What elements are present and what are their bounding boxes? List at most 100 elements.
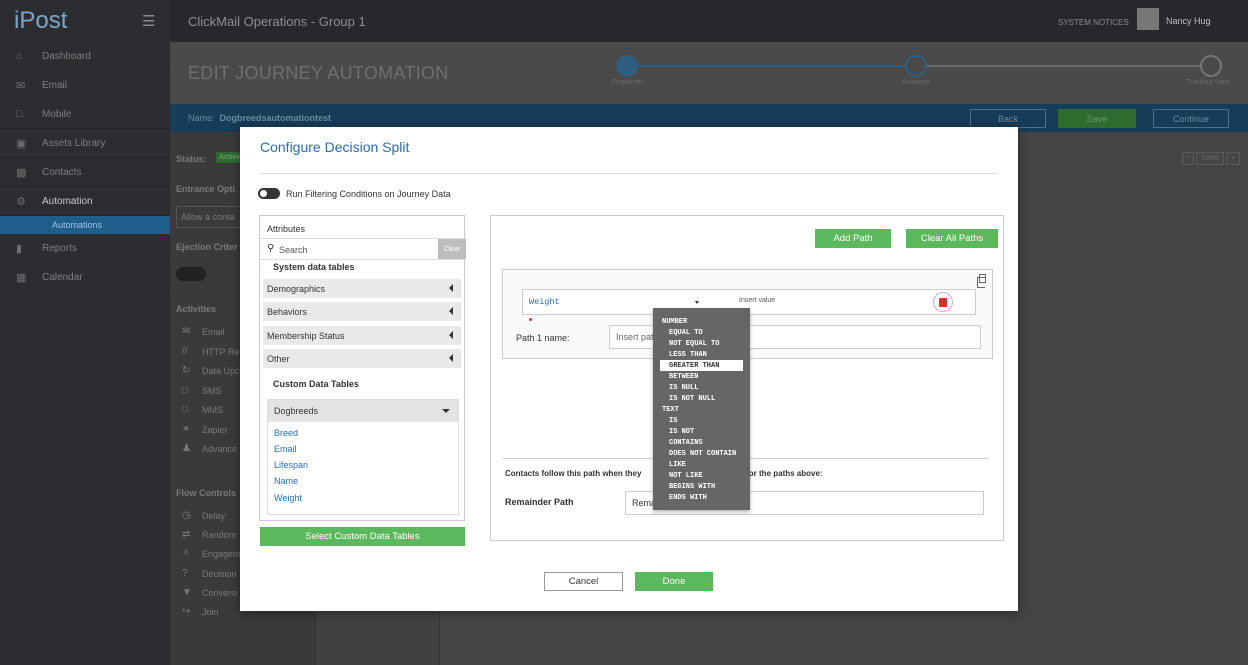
title-divider: [260, 173, 998, 174]
custom-table-selected: Dogbreeds: [274, 406, 319, 416]
delete-condition-button[interactable]: [933, 292, 953, 312]
field-weight[interactable]: Weight: [274, 493, 302, 503]
sidebar-subitem-automations[interactable]: Automations: [0, 216, 170, 234]
run-filtering-toggle[interactable]: [258, 188, 280, 199]
question-icon: ?: [182, 568, 188, 579]
clock-icon: ◷: [182, 510, 191, 521]
step-tracking-dot[interactable]: [1200, 55, 1222, 77]
accordion-other[interactable]: Other: [263, 349, 461, 368]
accordion-demographics[interactable]: Demographics: [263, 279, 461, 298]
sidebar-item-automation[interactable]: ⚙ Automation: [0, 187, 170, 216]
operator-option-not-like[interactable]: NOT LIKE: [653, 470, 750, 481]
error-indicator: [529, 318, 532, 321]
search-icon: ⚲: [267, 243, 275, 254]
zoom-controls: - 100% +: [1181, 152, 1240, 165]
operator-option-is-not[interactable]: IS NOT: [653, 426, 750, 437]
field-name[interactable]: Name: [274, 476, 298, 486]
zoom-out-button[interactable]: -: [1181, 152, 1194, 165]
sidebar-item-contacts[interactable]: ▩ Contacts: [0, 158, 170, 187]
accordion-label: Demographics: [267, 283, 326, 294]
sidebar-item-calendar[interactable]: ▦ Calendar: [0, 263, 170, 292]
sidebar-item-email[interactable]: ✉ Email: [0, 71, 170, 100]
activity-mms[interactable]: □ MMS: [182, 404, 223, 415]
ejection-toggle[interactable]: [176, 267, 206, 281]
step-properties-dot[interactable]: [616, 55, 638, 77]
flow-conversion[interactable]: ▼ Conversi: [182, 587, 238, 598]
flow-decision[interactable]: ? Decision: [182, 568, 237, 579]
system-notices-link[interactable]: SYSTEM NOTICES: [1058, 18, 1129, 27]
activity-sms[interactable]: □ SMS: [182, 385, 222, 396]
back-button[interactable]: Back: [970, 109, 1046, 128]
select-custom-data-tables-button[interactable]: Select Custom Data Tables: [260, 527, 465, 546]
add-path-button[interactable]: Add Path: [815, 229, 891, 248]
step-label-tracking: Tracking View: [1186, 79, 1230, 86]
field-breed[interactable]: Breed: [274, 428, 298, 438]
search-input[interactable]: [279, 242, 435, 257]
operator-option-ends-with[interactable]: ENDS WITH: [653, 492, 750, 503]
accordion-membership-status[interactable]: Membership Status: [263, 326, 461, 345]
activity-label: Email: [202, 326, 225, 337]
condition-value-input[interactable]: Insert value: [739, 297, 775, 304]
continue-button[interactable]: Continue: [1153, 109, 1229, 128]
flow-random[interactable]: ⇄ Random: [182, 529, 236, 540]
zoom-in-button[interactable]: +: [1225, 152, 1240, 165]
activity-data-update[interactable]: ↻ Data Upc: [182, 365, 240, 376]
sidebar-item-reports[interactable]: ▮ Reports: [0, 234, 170, 263]
gear-icon: ⚙: [16, 195, 26, 208]
avatar[interactable]: [1137, 8, 1159, 30]
mobile-icon: □: [16, 108, 23, 120]
operator-option-is[interactable]: IS: [653, 415, 750, 426]
flow-delay[interactable]: ◷ Delay: [182, 510, 225, 521]
operator-option-not-equal-to[interactable]: NOT EQUAL TO: [653, 338, 750, 349]
field-lifespan[interactable]: Lifespan: [274, 460, 308, 470]
operator-option-equal-to[interactable]: EQUAL TO: [653, 327, 750, 338]
done-button[interactable]: Done: [635, 572, 713, 591]
trash-icon: [939, 297, 947, 307]
operator-option-does-not-contain[interactable]: DOES NOT CONTAIN: [653, 448, 750, 459]
activity-advanced[interactable]: ♟ Advance: [182, 443, 237, 454]
flow-label: Engagem: [202, 548, 241, 559]
condition-field[interactable]: Weight: [529, 297, 560, 307]
hamburger-menu-icon[interactable]: ☰: [142, 12, 155, 30]
copy-icon[interactable]: [977, 274, 986, 288]
custom-table-list: Dogbreeds Breed Email Lifespan Name Weig…: [267, 399, 459, 515]
engagement-icon: ✧: [182, 548, 191, 559]
operator-option-like[interactable]: LIKE: [653, 459, 750, 470]
operator-option-begins-with[interactable]: BEGINS WITH: [653, 481, 750, 492]
sidebar-item-mobile[interactable]: □ Mobile: [0, 100, 170, 129]
activity-zapier[interactable]: ✴ Zapier: [182, 424, 228, 435]
operator-option-greater-than[interactable]: GREATER THAN: [660, 360, 743, 371]
ejection-criteria-title: Ejection Criter: [176, 242, 238, 252]
allow-contacts-select[interactable]: Allow a conta: [176, 206, 246, 228]
operator-option-is-null[interactable]: IS NULL: [653, 382, 750, 393]
cancel-button[interactable]: Cancel: [544, 572, 623, 591]
sidebar-item-dashboard[interactable]: ⌂ Dashboard: [0, 42, 170, 71]
operator-option-contains[interactable]: CONTAINS: [653, 437, 750, 448]
activity-http[interactable]: // HTTP Re: [182, 346, 239, 357]
save-button[interactable]: Save: [1058, 109, 1136, 128]
sidebar-item-label: Calendar: [42, 271, 83, 283]
clear-search-button[interactable]: Clear: [438, 239, 466, 259]
flow-engagement[interactable]: ✧ Engagem: [182, 548, 241, 559]
operator-caret-down-icon[interactable]: [695, 301, 699, 304]
field-email[interactable]: Email: [274, 444, 297, 454]
flow-join[interactable]: ↪ Join: [182, 606, 219, 617]
operator-option-between[interactable]: BETWEEN: [653, 371, 750, 382]
mms-icon: □: [182, 404, 189, 415]
step-label-properties: Properties: [612, 79, 644, 86]
activity-email[interactable]: ✉ Email: [182, 326, 225, 337]
clear-all-paths-button[interactable]: Clear All Paths: [906, 229, 998, 248]
user-name[interactable]: Nancy Hug: [1166, 16, 1211, 26]
home-icon: ⌂: [16, 50, 23, 62]
page-header: EDIT JOURNEY AUTOMATION Properties Activ…: [170, 42, 1248, 104]
flow-label: Delay: [202, 510, 226, 521]
step-activities-dot[interactable]: [905, 55, 927, 77]
modal-title: Configure Decision Split: [260, 139, 410, 155]
topbar: ClickMail Operations - Group 1 SYSTEM NO…: [170, 0, 1248, 42]
operator-option-less-than[interactable]: LESS THAN: [653, 349, 750, 360]
operator-option-is-not-null[interactable]: IS NOT NULL: [653, 393, 750, 404]
accordion-behaviors[interactable]: Behaviors: [263, 302, 461, 321]
custom-table-dropdown[interactable]: Dogbreeds: [268, 400, 458, 422]
sidebar-item-assets[interactable]: ▣ Assets Library: [0, 129, 170, 158]
flow-label: Join: [202, 606, 219, 617]
